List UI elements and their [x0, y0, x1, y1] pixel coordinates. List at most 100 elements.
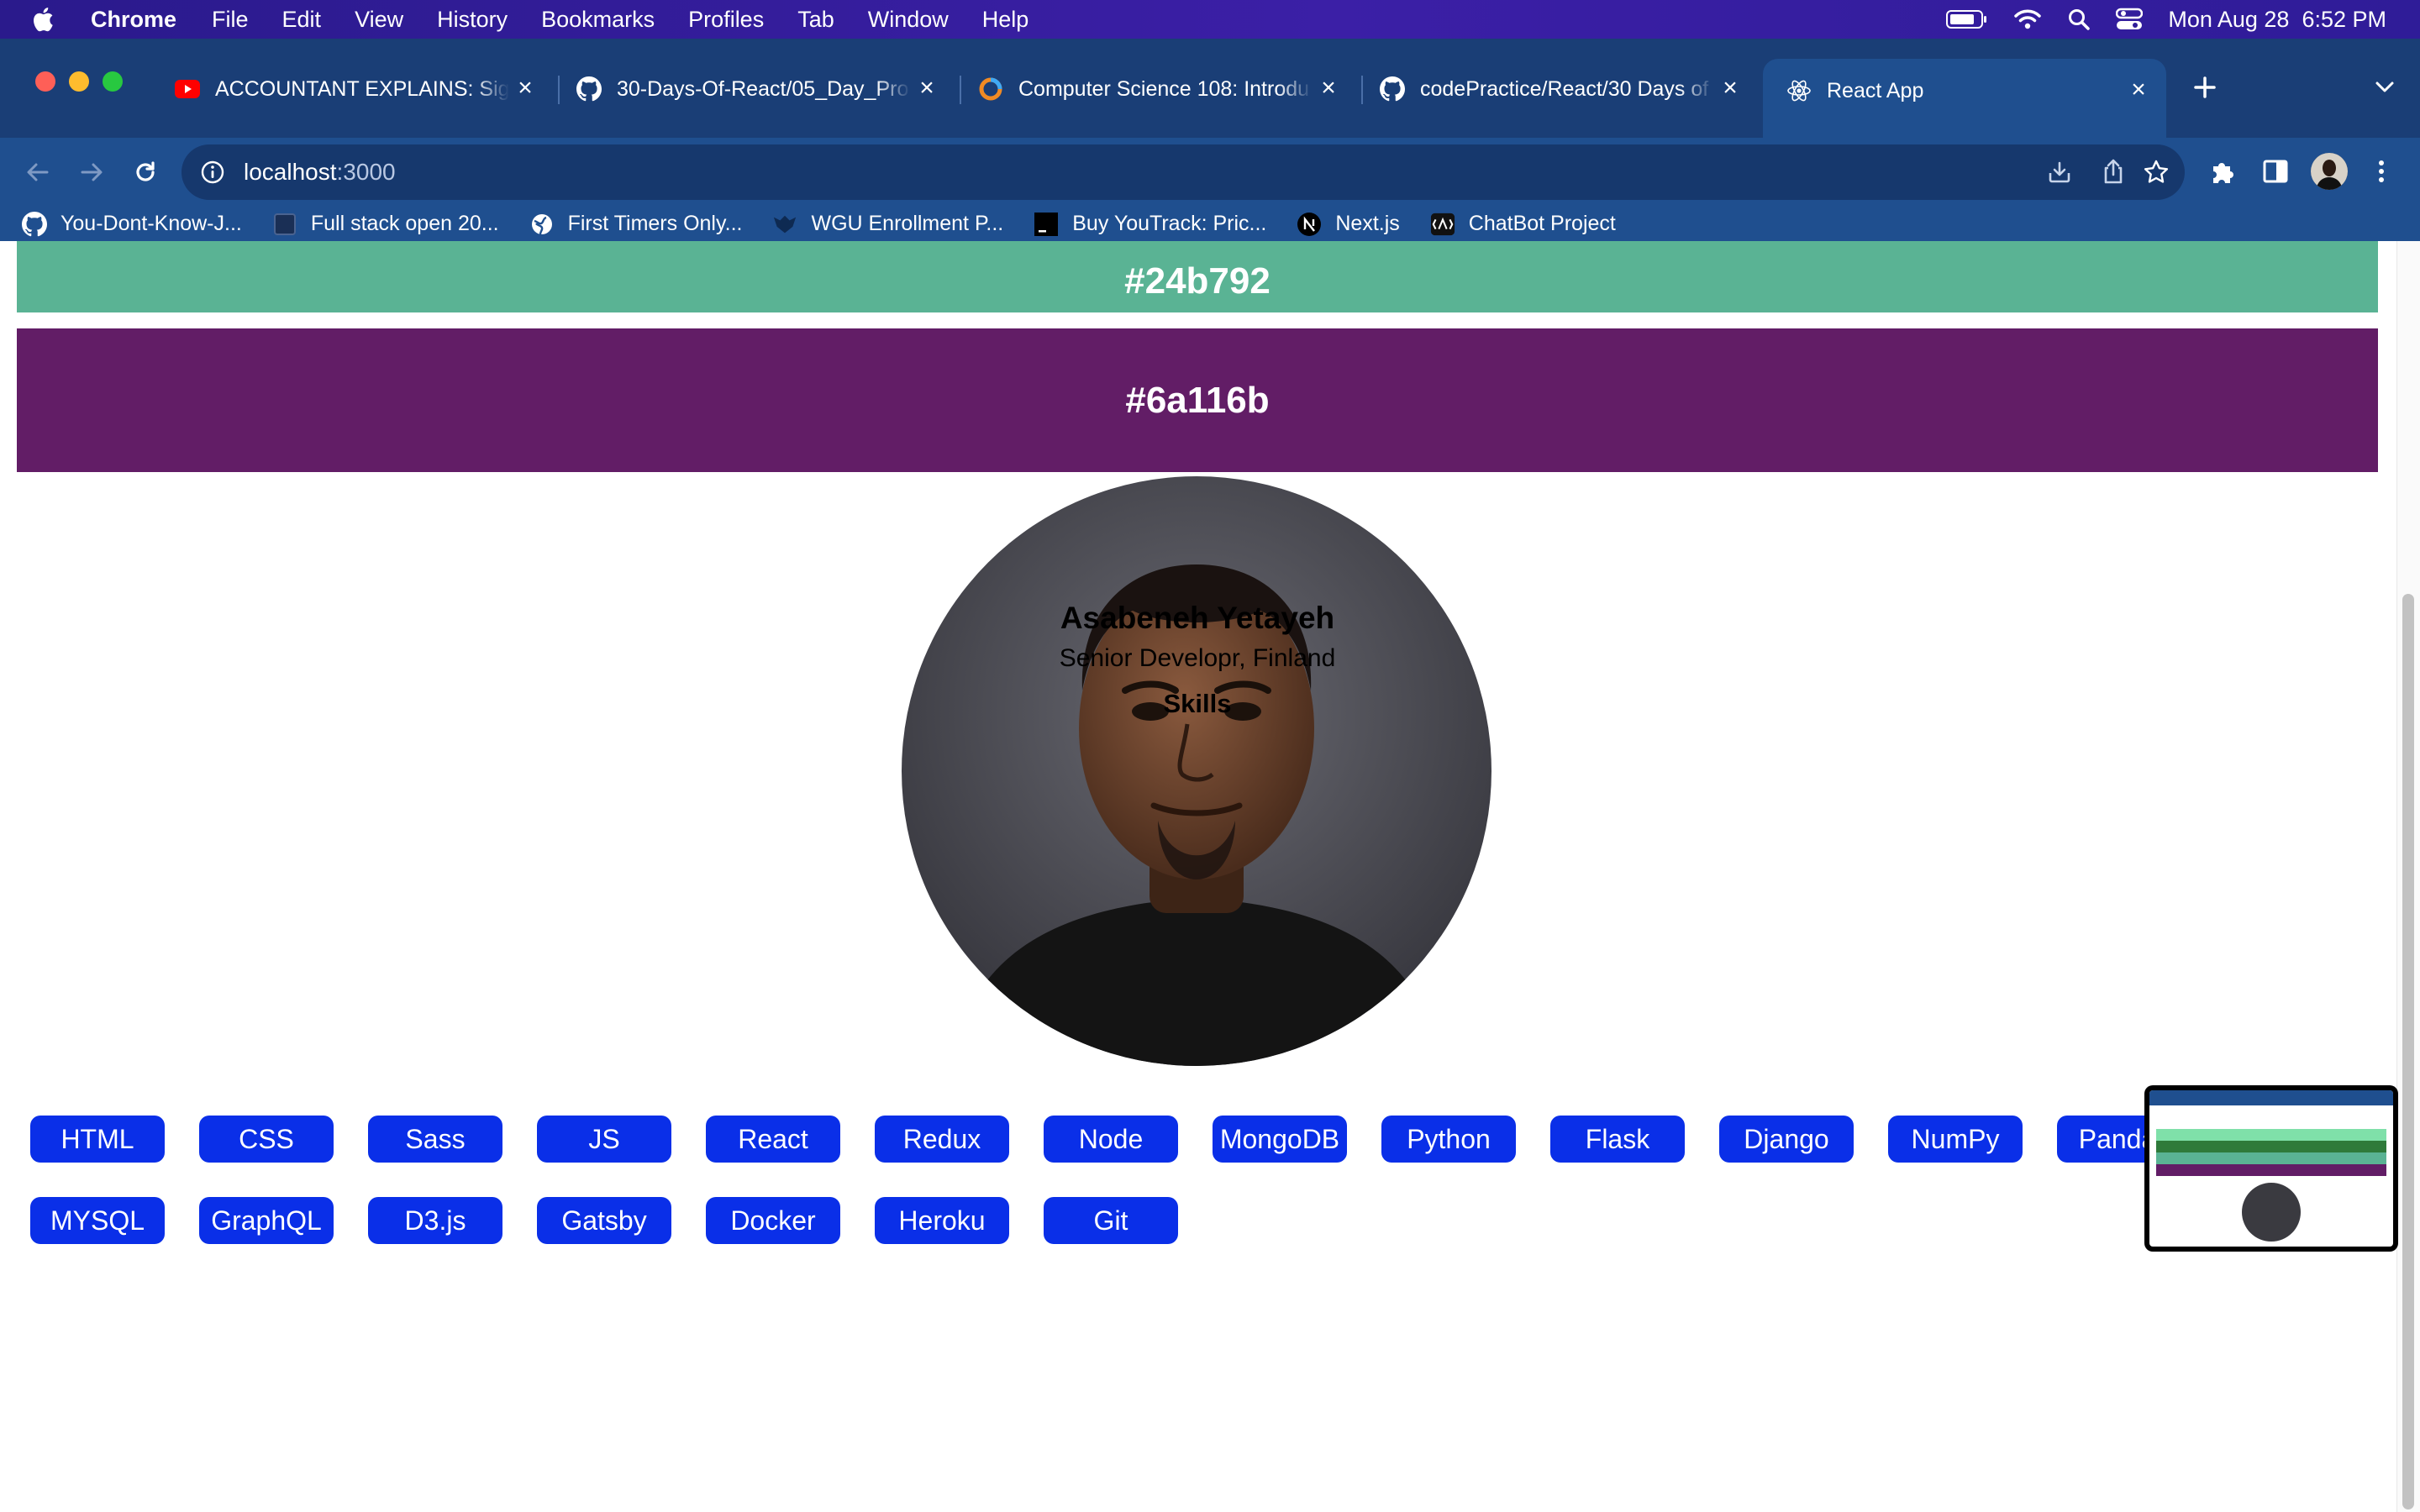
- bookmark-label: ChatBot Project: [1468, 212, 1616, 235]
- menubar-status-area: Mon Aug 28 6:52 PM: [1921, 0, 2386, 39]
- bookmark-full-stack-open[interactable]: Full stack open 20...: [272, 212, 499, 237]
- reload-icon: [136, 161, 155, 181]
- close-tab-icon[interactable]: ×: [513, 74, 538, 102]
- window-close-button[interactable]: [35, 71, 55, 92]
- tab-title: 30-Days-Of-React/05_Day_Pro: [617, 76, 909, 101]
- tab-codepractice[interactable]: codePractice/React/30 Days of ×: [1356, 57, 1758, 121]
- bookmark-first-timers-only[interactable]: First Timers Only...: [529, 212, 743, 237]
- address-bar[interactable]: localhost:3000: [182, 144, 2185, 200]
- bookmark-wgu-enrollment[interactable]: WGU Enrollment P...: [772, 212, 1003, 237]
- close-tab-icon[interactable]: ×: [914, 74, 939, 102]
- menu-edit[interactable]: Edit: [282, 7, 322, 33]
- bot-icon: [1430, 212, 1455, 237]
- tab-title: codePractice/React/30 Days of: [1420, 76, 1709, 101]
- globe-icon: [529, 212, 555, 237]
- menu-window[interactable]: Window: [868, 7, 949, 33]
- pip-swatch: [2156, 1141, 2386, 1152]
- menu-bookmarks[interactable]: Bookmarks: [541, 7, 655, 33]
- skill-tag-react: React: [706, 1116, 840, 1163]
- color-swatch-green: #24b792: [17, 241, 2378, 312]
- spotlight-search-icon[interactable]: [2067, 8, 2091, 31]
- window-zoom-button[interactable]: [103, 71, 123, 92]
- chevron-down-icon: [2375, 81, 2394, 92]
- forward-button[interactable]: [74, 155, 109, 190]
- menu-view[interactable]: View: [355, 7, 403, 33]
- bookmark-label: Next.js: [1335, 212, 1400, 235]
- skills-heading: Skills: [1163, 689, 1232, 718]
- profile-photo: [902, 476, 1491, 1066]
- scrollbar-thumb[interactable]: [2402, 594, 2414, 1509]
- close-tab-icon[interactable]: ×: [2126, 76, 2151, 103]
- browser-window-frame: ACCOUNTANT EXPLAINS: Sign × 30-Days-Of-R…: [0, 39, 2420, 241]
- youtube-icon: [175, 76, 200, 102]
- tab-accountant-explains[interactable]: ACCOUNTANT EXPLAINS: Sign ×: [151, 57, 553, 121]
- arrow-right-icon: [81, 163, 103, 181]
- bookmark-label: Full stack open 20...: [310, 212, 499, 235]
- menu-app-name[interactable]: Chrome: [91, 7, 176, 33]
- site-info-icon[interactable]: [200, 160, 225, 185]
- picture-in-picture-preview[interactable]: [2144, 1085, 2398, 1252]
- color-swatch-purple: #6a116b: [17, 328, 2378, 472]
- pip-browser-bar: [2149, 1090, 2393, 1105]
- new-tab-button[interactable]: [2186, 69, 2223, 106]
- pip-swatch: [2156, 1152, 2386, 1164]
- skill-tag-mysql: MYSQL: [30, 1197, 165, 1244]
- back-button[interactable]: [20, 155, 55, 190]
- tab-title: Computer Science 108: Introdu: [1018, 76, 1310, 101]
- skill-tag-git: Git: [1044, 1197, 1178, 1244]
- skill-tag-flask: Flask: [1550, 1116, 1685, 1163]
- install-app-icon[interactable]: [2047, 160, 2072, 189]
- study-icon: [978, 76, 1003, 102]
- bookmark-nextjs[interactable]: Next.js: [1297, 212, 1400, 237]
- extensions-puzzle-icon[interactable]: [2208, 158, 2235, 189]
- skill-tag-graphql: GraphQL: [199, 1197, 334, 1244]
- bookmark-star-icon[interactable]: [2143, 159, 2170, 190]
- pip-avatar: [2242, 1183, 2301, 1242]
- wifi-icon[interactable]: [2013, 8, 2042, 30]
- profile-subtitle: Senior Developr, Finland: [1059, 644, 1336, 672]
- github-icon: [576, 76, 602, 102]
- skill-tag-sass: Sass: [368, 1116, 502, 1163]
- page-scrollbar[interactable]: [2396, 241, 2420, 1512]
- url-host: localhost: [244, 159, 337, 185]
- skill-tag-heroku: Heroku: [875, 1197, 1009, 1244]
- menu-file[interactable]: File: [212, 7, 249, 33]
- menu-tab[interactable]: Tab: [797, 7, 834, 33]
- menu-history[interactable]: History: [437, 7, 508, 33]
- control-center-icon[interactable]: [2116, 8, 2144, 31]
- apple-logo-icon[interactable]: [32, 7, 57, 32]
- url-text[interactable]: localhost:3000: [244, 159, 396, 186]
- menu-help[interactable]: Help: [982, 7, 1029, 33]
- reload-button[interactable]: [128, 155, 163, 190]
- macos-menu-bar: Chrome File Edit View History Bookmarks …: [0, 0, 2420, 39]
- github-icon: [22, 211, 47, 237]
- bookmark-label: First Timers Only...: [567, 212, 743, 235]
- bookmark-chatbot-project[interactable]: ChatBot Project: [1430, 212, 1616, 237]
- close-tab-icon[interactable]: ×: [1316, 74, 1341, 102]
- github-icon: [1380, 76, 1405, 102]
- url-port: :3000: [336, 159, 396, 185]
- menubar-clock[interactable]: Mon Aug 28 6:52 PM: [2168, 7, 2386, 33]
- battery-icon[interactable]: [1946, 9, 1988, 29]
- share-icon[interactable]: [2101, 158, 2126, 189]
- skill-tag-python: Python: [1381, 1116, 1516, 1163]
- tab-30-days-of-react[interactable]: 30-Days-Of-React/05_Day_Pro ×: [553, 57, 955, 121]
- profile-avatar[interactable]: [2311, 153, 2348, 190]
- chrome-menu-kebab-icon[interactable]: [2375, 158, 2388, 189]
- window-minimize-button[interactable]: [69, 71, 89, 92]
- menu-profiles[interactable]: Profiles: [688, 7, 764, 33]
- bookmark-label: You-Dont-Know-J...: [60, 212, 242, 235]
- bookmark-buy-youtrack[interactable]: Buy YouTrack: Pric...: [1034, 212, 1266, 237]
- close-tab-icon[interactable]: ×: [1718, 74, 1743, 102]
- skill-tag-css: CSS: [199, 1116, 334, 1163]
- tab-react-app[interactable]: React App ×: [1763, 59, 2166, 138]
- tab-search-button[interactable]: [2370, 72, 2400, 102]
- side-panel-icon[interactable]: [2262, 158, 2289, 189]
- tab-computer-science-108[interactable]: Computer Science 108: Introdu ×: [955, 57, 1356, 121]
- skill-tag-d3-js: D3.js: [368, 1197, 502, 1244]
- pip-swatch: [2156, 1129, 2386, 1141]
- page-viewport: #24b792 #6a116b Asabeneh Yetayeh Senior …: [0, 241, 2420, 1512]
- skill-tag-django: Django: [1719, 1116, 1854, 1163]
- bookmark-you-dont-know-js[interactable]: You-Dont-Know-J...: [22, 211, 242, 237]
- nextjs-icon: [1297, 212, 1322, 237]
